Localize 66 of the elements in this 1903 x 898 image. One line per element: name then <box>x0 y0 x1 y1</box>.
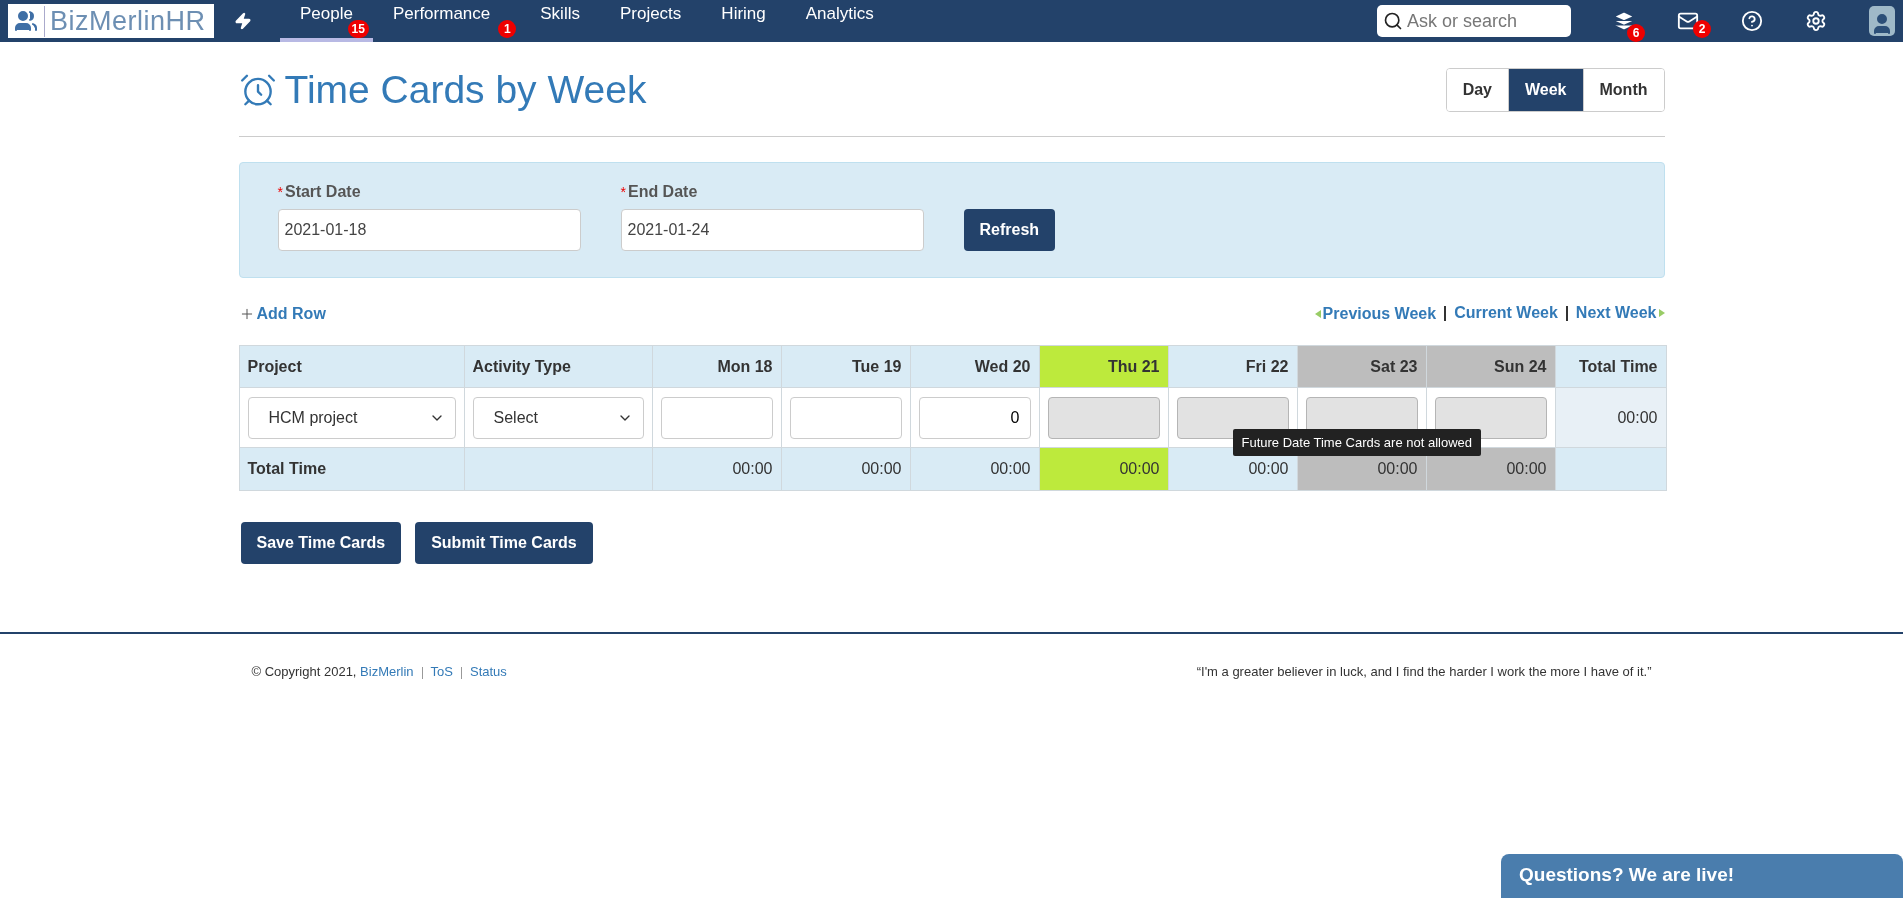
column-header: Activity Type <box>464 345 652 388</box>
nav-tab[interactable]: Skills <box>520 0 600 42</box>
layers-icon[interactable] <box>1613 10 1635 32</box>
right-triangle-icon <box>1658 309 1665 317</box>
column-header: Mon 18 <box>652 345 781 388</box>
left-triangle-icon <box>1314 310 1321 318</box>
avatar-icon[interactable] <box>1869 6 1895 36</box>
nav-tab[interactable]: People 15 <box>280 0 373 42</box>
count-badge: 15 <box>347 20 369 38</box>
current-week-link[interactable]: Current Week <box>1454 304 1558 322</box>
column-header: Sun 24 <box>1426 345 1555 388</box>
project-select[interactable]: HCM project <box>247 396 456 439</box>
count-badge: 2 <box>1693 20 1711 38</box>
column-header: Thu 21 <box>1039 345 1168 388</box>
count-badge: 6 <box>1627 24 1645 42</box>
column-header: Tue 19 <box>781 345 910 388</box>
copyright-text: © Copyright 2021, <box>251 664 358 679</box>
brand-name: BizMerlinHR <box>44 5 206 37</box>
table-cell: 00:00 <box>1039 447 1168 491</box>
field-label: Start Date <box>284 183 361 200</box>
column-header: Project <box>239 345 464 388</box>
settings-icon[interactable] <box>1805 10 1827 32</box>
hours-field[interactable]: 0 <box>918 396 1031 439</box>
chat-button[interactable]: Questions? We are live! <box>1501 854 1903 898</box>
column-header: Fri 22 <box>1168 345 1297 388</box>
page-title-text: Time Cards by Week <box>284 68 647 112</box>
date-field[interactable]: 2021-01-24 <box>620 209 924 251</box>
search-field[interactable]: Ask or search <box>1377 5 1571 37</box>
refresh-button[interactable]: Refresh <box>963 209 1056 251</box>
hours-field[interactable] <box>660 396 773 439</box>
tooltip: Future Date Time Cards are not allowed <box>1232 429 1481 456</box>
required-mark: * <box>277 184 283 200</box>
previous-week-link[interactable]: Previous Week <box>1314 305 1437 323</box>
count-badge: 1 <box>498 20 517 38</box>
nav-tab[interactable]: Projects <box>599 0 702 42</box>
footer-link[interactable]: Status <box>470 664 507 679</box>
mail-icon[interactable] <box>1677 10 1699 32</box>
people-icon <box>14 9 38 33</box>
column-header: Wed 20 <box>910 345 1039 388</box>
table-cell: 00:00 <box>781 447 910 491</box>
view-tab[interactable]: Month <box>1582 69 1664 111</box>
required-mark: * <box>620 184 626 200</box>
footer-link[interactable]: BizMerlin <box>360 664 414 679</box>
activity-select[interactable]: Select <box>472 396 644 439</box>
field-label: End Date <box>627 183 698 200</box>
table-cell: Total Time <box>239 447 464 491</box>
hours-field[interactable] <box>789 396 902 439</box>
next-week-link[interactable]: Next Week <box>1575 304 1665 322</box>
search-icon <box>1383 11 1403 31</box>
footer-link[interactable]: ToS <box>430 664 453 679</box>
date-field[interactable]: 2021-01-18 <box>277 209 581 251</box>
table-cell: 00:00 <box>910 447 1039 491</box>
column-header: Total Time <box>1555 345 1666 388</box>
action-button[interactable]: Save Time Cards <box>240 522 402 564</box>
nav-tab[interactable]: Performance 1 <box>372 0 521 42</box>
table-cell: 00:00 <box>652 447 781 491</box>
add-row-link[interactable]: Add Row <box>238 304 326 323</box>
lightning-icon[interactable] <box>234 12 252 30</box>
action-button[interactable]: Submit Time Cards <box>415 522 593 564</box>
column-header: Sat 23 <box>1297 345 1426 388</box>
help-icon[interactable] <box>1741 10 1763 32</box>
nav-tab[interactable]: Hiring <box>701 0 786 42</box>
table-cell: 00:00 <box>1555 387 1666 448</box>
view-tab[interactable]: Week <box>1508 69 1583 111</box>
nav-tab[interactable]: Analytics <box>785 0 894 42</box>
quote-text: “I'm a greater believer in luck, and I find the harder I work the more I have of it.” <box>1196 664 1652 679</box>
